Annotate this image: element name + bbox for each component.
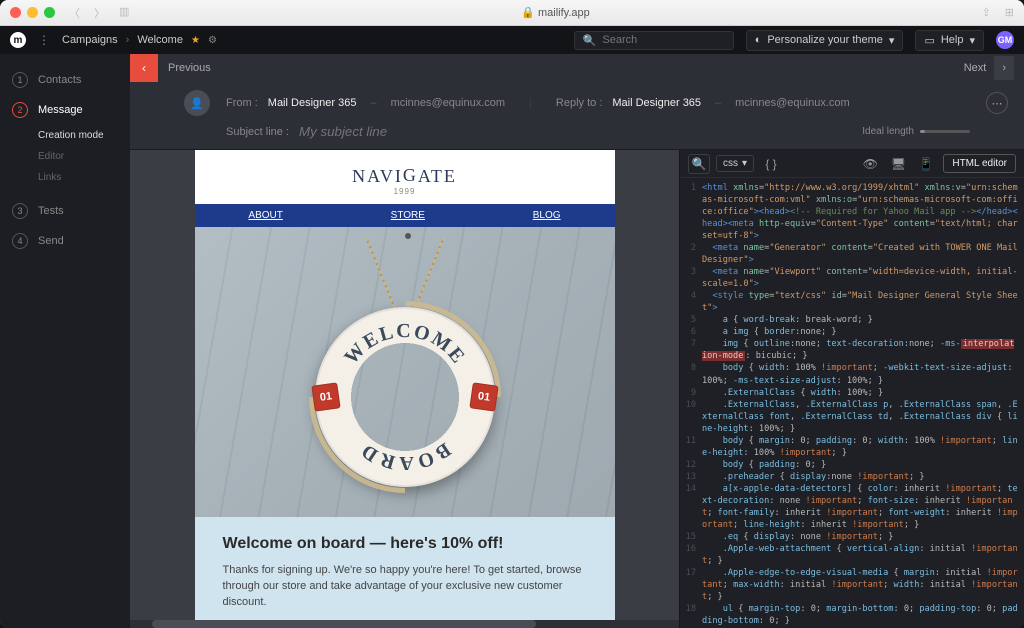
breadcrumb-welcome[interactable]: Welcome	[137, 34, 183, 46]
help-icon: ▭	[924, 34, 934, 47]
code-line[interactable]: 5 a { word-break: break-word; }	[680, 314, 1024, 326]
preview-eye-button[interactable]: 👁	[859, 154, 881, 174]
browser-sidebar-icon[interactable]: ▥	[119, 5, 129, 21]
browser-back-icon[interactable]: 〈	[69, 5, 80, 21]
code-line[interactable]: 2 <meta name="Generator" content="Create…	[680, 242, 1024, 266]
browser-tabs-icon[interactable]: ⊞	[1005, 6, 1014, 19]
reply-name[interactable]: Mail Designer 365	[612, 97, 701, 109]
mobile-view-button[interactable]: 📱	[915, 154, 937, 174]
from-name[interactable]: Mail Designer 365	[268, 97, 357, 109]
help-button[interactable]: ▭ Help ▾	[915, 30, 984, 51]
mac-titlebar: 〈 〉 ▥ 🔒 mailify.app ⇪ ⊞	[0, 0, 1024, 26]
reply-label: Reply to :	[556, 97, 602, 109]
breadcrumb: Campaigns › Welcome ★ ⚙	[62, 34, 217, 46]
code-line[interactable]: 17 .Apple-edge-to-edge-visual-media { ma…	[680, 567, 1024, 603]
code-line[interactable]: 12 body { padding: 0; }	[680, 459, 1024, 471]
personalize-theme-button[interactable]: ◐ Personalize your theme ▾	[746, 30, 904, 51]
email-nav-about[interactable]: ABOUT	[248, 210, 282, 221]
code-line[interactable]: 16 .Apple-web-attachment { vertical-alig…	[680, 543, 1024, 567]
email-brand: NAVIGATE 1999	[195, 150, 615, 204]
html-editor-button[interactable]: HTML editor	[943, 154, 1016, 173]
browser-url[interactable]: 🔒 mailify.app	[129, 6, 981, 19]
code-line[interactable]: 15 .eq { display: none !important; }	[680, 531, 1024, 543]
sidebar: 1Contacts 2Message Creation mode Editor …	[0, 54, 130, 628]
ideal-length-indicator: Ideal length	[862, 126, 970, 137]
sidebar-item-send[interactable]: 4Send	[0, 229, 130, 253]
app-topbar: m ⋮ Campaigns › Welcome ★ ⚙ 🔍 ◐ Personal…	[0, 26, 1024, 54]
code-language-select[interactable]: css▾	[716, 155, 754, 172]
flag-right: 01	[469, 382, 498, 411]
maximize-window-button[interactable]	[44, 7, 55, 18]
code-line[interactable]: 13 .preheader { display:none !important;…	[680, 471, 1024, 483]
svg-text:WELCOME: WELCOME	[340, 320, 470, 369]
code-line[interactable]: 18 ul { margin-top: 0; margin-bottom: 0;…	[680, 603, 1024, 627]
code-editor-body[interactable]: 1<html xmlns="http://www.w3.org/1999/xht…	[680, 178, 1024, 628]
code-line[interactable]: 11 body { margin: 0; padding: 0; width: …	[680, 435, 1024, 459]
code-line[interactable]: 3 <meta name="Viewport" content="width=d…	[680, 266, 1024, 290]
chevron-down-icon: ▾	[889, 34, 895, 47]
breadcrumb-campaigns[interactable]: Campaigns	[62, 34, 118, 46]
sender-avatar: 👤	[184, 90, 210, 116]
next-button[interactable]: Next ›	[954, 56, 1024, 80]
previous-button-icon[interactable]: ‹	[130, 54, 158, 82]
app-logo[interactable]: m	[10, 32, 26, 48]
svg-text:BOARD: BOARD	[355, 438, 454, 474]
subject-label: Subject line :	[226, 126, 289, 138]
sidebar-item-message[interactable]: 2Message	[0, 98, 130, 122]
chevron-down-icon: ▾	[969, 34, 975, 47]
email-body-text: Thanks for signing up. We're so happy yo…	[223, 563, 587, 611]
email-nav-store[interactable]: STORE	[391, 210, 425, 221]
search-input[interactable]: 🔍	[574, 31, 734, 50]
sidebar-sub-creation-mode[interactable]: Creation mode	[0, 128, 130, 143]
code-line[interactable]: 10 .ExternalClass, .ExternalClass p, .Ex…	[680, 399, 1024, 435]
browser-share-icon[interactable]: ⇪	[982, 6, 991, 19]
code-editor-pane: 🔍 css▾ { } 👁 🖥 📱 HTML editor 1<html xmln…	[679, 150, 1024, 628]
email-hero-image: WELCOME BOARD 01	[195, 227, 615, 517]
close-window-button[interactable]	[10, 7, 21, 18]
code-search-button[interactable]: 🔍	[688, 154, 710, 174]
email-body-section: Welcome on board — here's 10% off! Thank…	[195, 517, 615, 620]
sidebar-item-tests[interactable]: 3Tests	[0, 199, 130, 223]
previous-label[interactable]: Previous	[158, 62, 221, 74]
app-menu-icon[interactable]: ⋮	[38, 33, 50, 47]
email-nav-blog[interactable]: BLOG	[533, 210, 561, 221]
code-line[interactable]: 8 body { width: 100% !important; -webkit…	[680, 362, 1024, 386]
flag-left: 01	[311, 382, 340, 411]
minimize-window-button[interactable]	[27, 7, 38, 18]
subject-input[interactable]	[299, 124, 852, 139]
code-braces-button[interactable]: { }	[760, 154, 782, 174]
chevron-right-icon: ›	[994, 56, 1014, 80]
desktop-view-button[interactable]: 🖥	[887, 154, 909, 174]
code-line[interactable]: 1<html xmlns="http://www.w3.org/1999/xht…	[680, 182, 1024, 242]
email-preview-pane: NAVIGATE 1999 ABOUT STORE BLOG	[130, 150, 679, 628]
lifebuoy-graphic: WELCOME BOARD 01	[315, 307, 495, 487]
avatar[interactable]: GM	[996, 31, 1014, 49]
horizontal-scrollbar[interactable]	[130, 620, 679, 628]
sidebar-item-contacts[interactable]: 1Contacts	[0, 68, 130, 92]
theme-icon: ◐	[755, 34, 762, 46]
code-line[interactable]: 7 img { outline:none; text-decoration:no…	[680, 338, 1024, 362]
code-line[interactable]: 14 a[x-apple-data-detectors] { color: in…	[680, 483, 1024, 531]
email-nav: ABOUT STORE BLOG	[195, 204, 615, 227]
code-line[interactable]: 9 .ExternalClass { width: 100%; }	[680, 387, 1024, 399]
email-headline: Welcome on board — here's 10% off!	[223, 535, 587, 553]
code-line[interactable]: 6 a img { border:none; }	[680, 326, 1024, 338]
settings-icon[interactable]: ⚙	[208, 35, 217, 46]
browser-forward-icon[interactable]: 〉	[94, 5, 105, 21]
code-line[interactable]: 4 <style type="text/css" id="Mail Design…	[680, 290, 1024, 314]
sidebar-sub-editor[interactable]: Editor	[0, 149, 130, 164]
from-label: From :	[226, 97, 258, 109]
favorite-icon[interactable]: ★	[191, 35, 200, 46]
reply-email[interactable]: mcinnes@equinux.com	[735, 97, 850, 109]
from-email[interactable]: mcinnes@equinux.com	[391, 97, 506, 109]
more-options-button[interactable]: ⋯	[986, 92, 1008, 114]
search-icon: 🔍	[583, 34, 597, 47]
sidebar-sub-links[interactable]: Links	[0, 170, 130, 185]
